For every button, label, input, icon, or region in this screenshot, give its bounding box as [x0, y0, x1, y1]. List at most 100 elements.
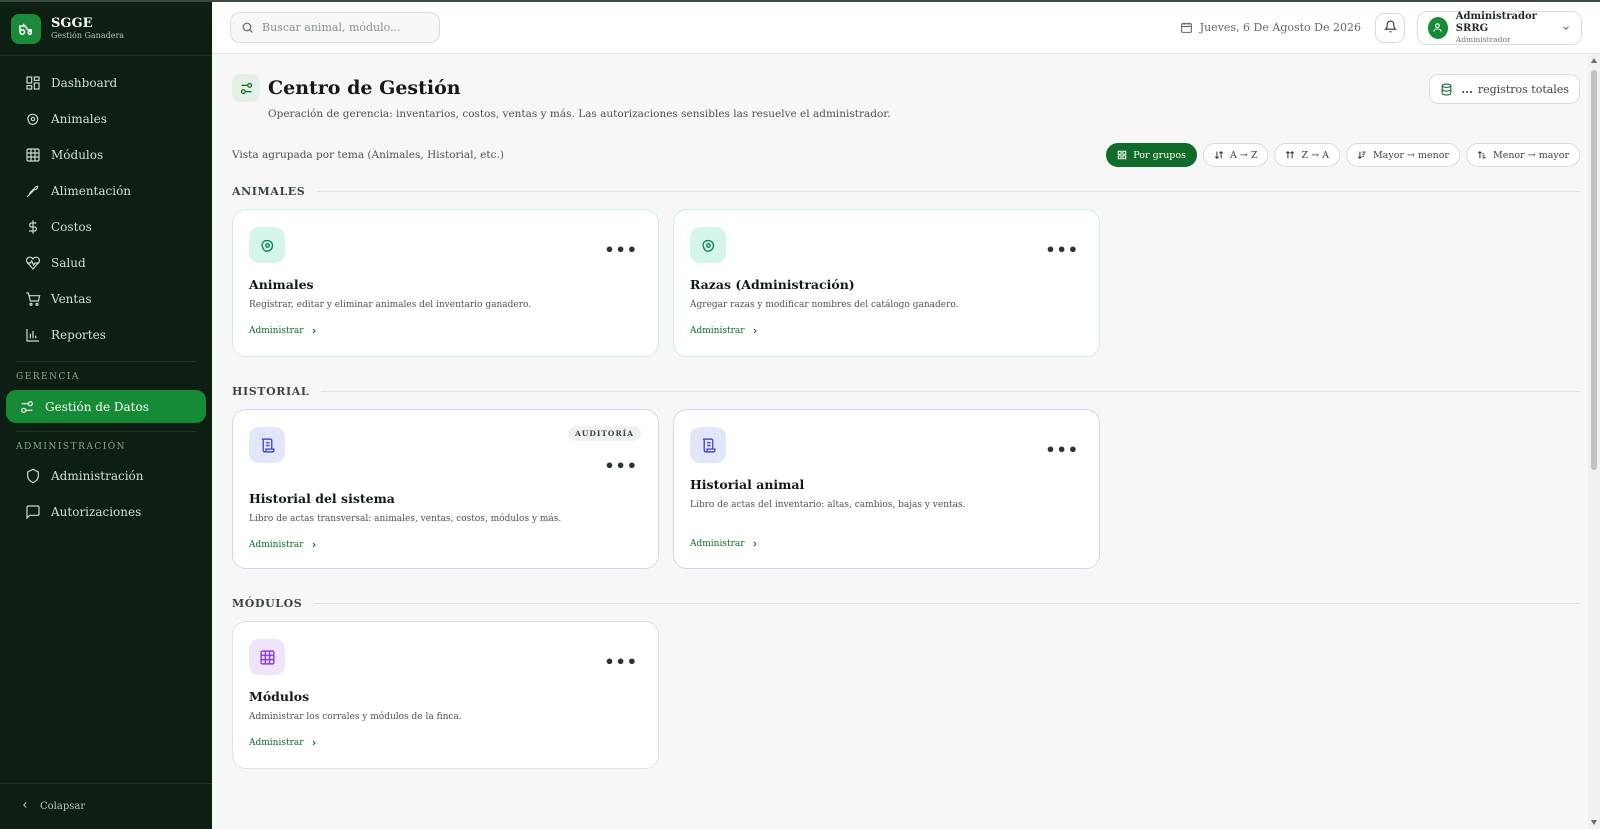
- sort-za-button[interactable]: Z → A: [1274, 143, 1340, 167]
- sidebar-item-modulos[interactable]: Módulos: [6, 137, 206, 173]
- content: Centro de Gestión Operación de gerencia:…: [212, 54, 1600, 829]
- sort-asc-button[interactable]: Menor → mayor: [1465, 143, 1580, 167]
- bar-chart-icon: [24, 327, 41, 344]
- notifications-button[interactable]: [1375, 12, 1405, 43]
- sidebar-item-label: Módulos: [51, 148, 104, 162]
- page-description: Operación de gerencia: inventarios, cost…: [268, 108, 891, 120]
- sort-arrows-icon: [1285, 150, 1295, 160]
- chevron-right-icon: [751, 327, 759, 335]
- sidebar-divider: [16, 361, 196, 362]
- administrar-link[interactable]: Administrar: [249, 326, 642, 336]
- message-icon: [24, 504, 41, 521]
- administrar-link[interactable]: Administrar: [249, 540, 642, 550]
- sidebar-item-alimentacion[interactable]: Alimentación: [6, 173, 206, 209]
- collapse-button[interactable]: Colapsar: [0, 783, 212, 829]
- card-modulos[interactable]: ••• Módulos Administrar los corrales y m…: [232, 621, 659, 769]
- sort-desc-icon: [1357, 150, 1367, 160]
- card-historial-animal[interactable]: ••• Historial animal Libro de actas del …: [673, 409, 1100, 569]
- scroll-up-arrow[interactable]: [1591, 58, 1597, 63]
- sort-label: Por grupos: [1133, 149, 1186, 161]
- sidebar-nav: Dashboard Animales Módulos Alimentación …: [0, 56, 212, 530]
- link-label: Administrar: [249, 326, 304, 336]
- user-menu[interactable]: Administrador SRRG Administrador: [1417, 10, 1582, 45]
- chevron-right-icon: [310, 541, 318, 549]
- view-row: Vista agrupada por tema (Animales, Histo…: [232, 143, 1580, 167]
- sort-label: Mayor → menor: [1372, 149, 1449, 161]
- more-options-icon[interactable]: •••: [604, 652, 638, 671]
- cart-icon: [24, 291, 41, 308]
- dashboard-icon: [24, 75, 41, 92]
- administrar-link[interactable]: Administrar: [690, 539, 1083, 549]
- page-header: Centro de Gestión Operación de gerencia:…: [232, 74, 1580, 120]
- grid-icon: [24, 147, 41, 164]
- section-label-gerencia: GERENCIA: [16, 372, 80, 382]
- heart-pulse-icon: [24, 255, 41, 272]
- chevron-right-icon: [310, 327, 318, 335]
- sidebar-item-dashboard[interactable]: Dashboard: [6, 65, 206, 101]
- sort-label: A → Z: [1230, 149, 1258, 161]
- sidebar-item-label: Alimentación: [51, 184, 132, 198]
- sidebar-item-label: Costos: [51, 220, 92, 234]
- records-total-button[interactable]: ... registros totales: [1429, 74, 1580, 104]
- card-title: Historial animal: [690, 477, 805, 492]
- sidebar-item-administracion[interactable]: Administración: [6, 458, 206, 494]
- user-name: Administrador SRRG: [1455, 11, 1537, 34]
- collapse-label: Colapsar: [40, 801, 86, 812]
- scroll-thumb[interactable]: [1591, 70, 1597, 470]
- scroll-down-arrow[interactable]: [1591, 820, 1597, 825]
- database-icon: [1440, 83, 1453, 96]
- sort-desc-button[interactable]: Mayor → menor: [1345, 143, 1460, 167]
- card-description: Agregar razas y modificar nombres del ca…: [690, 300, 959, 310]
- more-options-icon[interactable]: •••: [1045, 440, 1079, 459]
- card-historial-sistema[interactable]: AUDITORÍA ••• Historial del sistema Libr…: [232, 409, 659, 569]
- view-description: Vista agrupada por tema (Animales, Histo…: [232, 149, 504, 161]
- shield-icon: [24, 468, 41, 485]
- chevron-right-icon: [751, 540, 759, 548]
- brand[interactable]: SGGE Gestión Ganadera: [0, 2, 212, 56]
- group-header-modulos: MÓDULOS: [232, 595, 1580, 611]
- sidebar-item-reportes[interactable]: Reportes: [6, 317, 206, 353]
- sliders-icon: [232, 74, 260, 102]
- page-title: Centro de Gestión: [268, 77, 461, 99]
- sidebar-item-label: Administración: [51, 469, 144, 483]
- brand-name: SGGE: [51, 15, 93, 31]
- chevron-down-icon: [1561, 23, 1571, 33]
- group-header-historial: HISTORIAL: [232, 383, 1580, 399]
- sidebar-item-gestion-datos[interactable]: Gestión de Datos: [6, 390, 206, 423]
- sort-asc-icon: [1477, 150, 1487, 160]
- group-divider: [314, 602, 1580, 604]
- date-text: Jueves, 6 De Agosto De 2026: [1199, 21, 1361, 34]
- administrar-link[interactable]: Administrar: [249, 738, 642, 748]
- sort-arrows-icon: [1214, 150, 1224, 160]
- sort-az-button[interactable]: A → Z: [1203, 143, 1269, 167]
- sidebar-item-label: Dashboard: [51, 76, 118, 90]
- sidebar-item-salud[interactable]: Salud: [6, 245, 206, 281]
- card-description: Administrar los corrales y módulos de la…: [249, 712, 462, 722]
- card-description: Libro de actas del inventario: altas, ca…: [690, 500, 966, 510]
- cow-icon: [24, 111, 41, 128]
- more-options-icon[interactable]: •••: [604, 240, 638, 259]
- link-label: Administrar: [249, 738, 304, 748]
- card-animales[interactable]: ••• Animales Registrar, editar y elimina…: [232, 209, 659, 357]
- topbar-right: Jueves, 6 De Agosto De 2026 Administrado…: [1180, 10, 1582, 45]
- sort-by-groups-button[interactable]: Por grupos: [1106, 143, 1197, 167]
- scroll-icon: [249, 427, 285, 463]
- search-input[interactable]: Buscar animal, módulo...: [230, 12, 440, 43]
- card-description: Registrar, editar y eliminar animales de…: [249, 300, 532, 310]
- sidebar-item-animales[interactable]: Animales: [6, 101, 206, 137]
- group-header-animales: ANIMALES: [232, 183, 1580, 199]
- vertical-scrollbar[interactable]: [1588, 54, 1600, 829]
- sidebar-item-costos[interactable]: Costos: [6, 209, 206, 245]
- sidebar-item-autorizaciones[interactable]: Autorizaciones: [6, 494, 206, 530]
- main-area: Buscar animal, módulo... Jueves, 6 De Ag…: [212, 0, 1600, 829]
- card-razas[interactable]: ••• Razas (Administración) Agregar razas…: [673, 209, 1100, 357]
- search-placeholder: Buscar animal, módulo...: [262, 21, 401, 34]
- sidebar-item-ventas[interactable]: Ventas: [6, 281, 206, 317]
- group-divider: [317, 190, 1580, 192]
- more-options-icon[interactable]: •••: [604, 456, 638, 475]
- group-title: HISTORIAL: [232, 384, 310, 398]
- administrar-link[interactable]: Administrar: [690, 326, 1083, 336]
- card-description: Libro de actas transversal: animales, ve…: [249, 514, 562, 524]
- avatar: [1428, 16, 1448, 39]
- more-options-icon[interactable]: •••: [1045, 240, 1079, 259]
